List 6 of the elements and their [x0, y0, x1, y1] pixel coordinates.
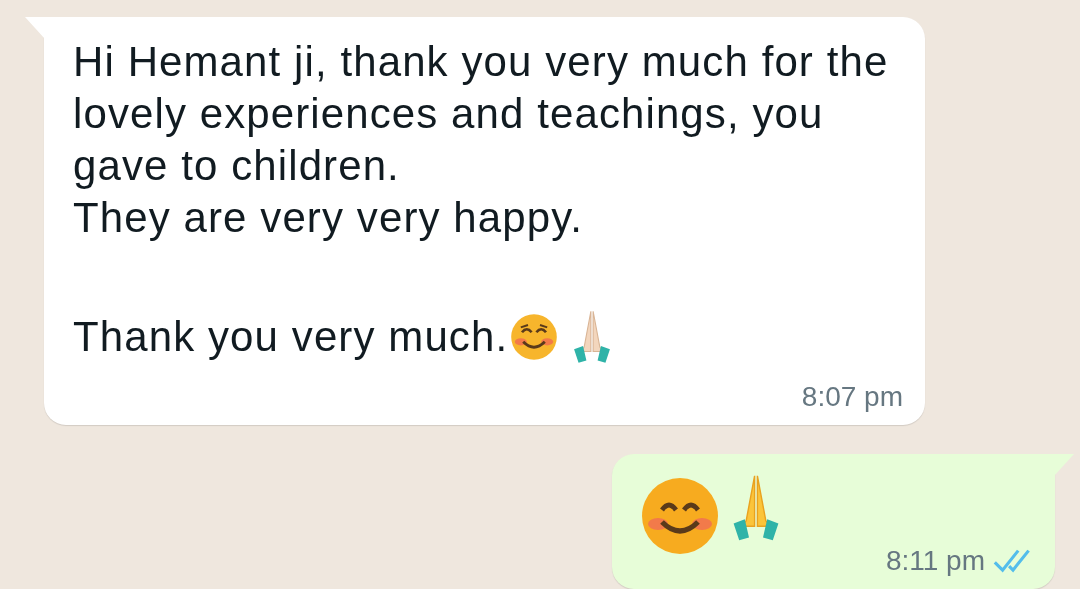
smiling-face-icon [510, 312, 559, 361]
message-text: Hi Hemant ji, thank you very much for the lovely experiences and teachings, you gave to children. They are very very happy. [73, 37, 890, 243]
smiling-face-icon [640, 476, 720, 557]
message-time: 8:11 pm [885, 545, 985, 577]
message-text: Thank you very much. [73, 311, 509, 362]
message-time: 8:07 pm [801, 381, 903, 414]
